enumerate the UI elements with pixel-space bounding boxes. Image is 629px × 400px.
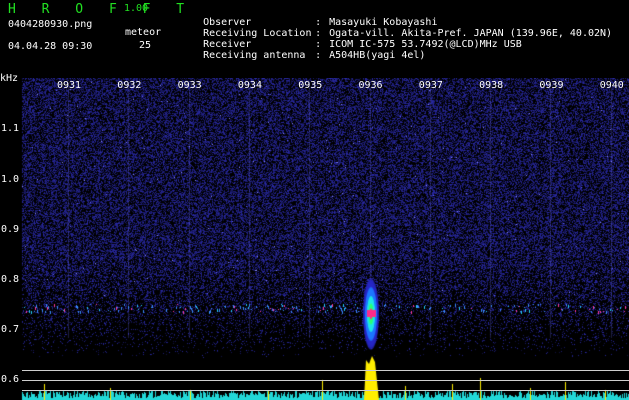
file-datetime: 04.04.28 09:30 — [8, 41, 93, 52]
y-tick-label: 0.8 — [1, 274, 20, 285]
meta-label: Receiving antenna — [203, 50, 306, 61]
meteor-label: meteor — [125, 27, 162, 38]
x-tick-label: 0933 — [177, 80, 202, 91]
x-tick-label: 0939 — [539, 80, 564, 91]
x-tick-label: 0934 — [237, 80, 262, 91]
header-panel: H R O F F T 1.00 0404280930.png meteor 2… — [0, 0, 629, 78]
meta-antenna: Receiving antenna: A504HB(yagi 4el) — [203, 50, 426, 61]
y-tick-label: 1.0 — [1, 174, 20, 185]
meteor-count: 25 — [139, 40, 152, 51]
meta-value: A504HB(yagi 4el) — [329, 50, 426, 61]
app-title: H R O F F T — [8, 2, 194, 17]
y-tick-label: 1.1 — [1, 123, 20, 134]
file-name: 0404280930.png — [8, 19, 93, 30]
y-axis-label: kHz — [0, 73, 19, 84]
x-tick-label: 0938 — [479, 80, 504, 91]
spectrogram-canvas — [0, 78, 629, 400]
x-tick-label: 0935 — [298, 80, 323, 91]
x-tick-label: 0937 — [418, 80, 443, 91]
x-tick-label: 0940 — [599, 80, 624, 91]
footer-grid-line — [22, 380, 629, 381]
footer-grid-line — [22, 390, 629, 391]
x-tick-label: 0931 — [57, 80, 82, 91]
footer-grid-line — [22, 370, 629, 371]
x-tick-label: 0932 — [117, 80, 142, 91]
y-tick-label: 0.7 — [1, 324, 20, 335]
y-tick-label: 0.6 — [1, 374, 20, 385]
app-version: 1.00 — [124, 3, 149, 14]
x-tick-label: 0936 — [358, 80, 383, 91]
y-tick-label: 0.9 — [1, 224, 20, 235]
